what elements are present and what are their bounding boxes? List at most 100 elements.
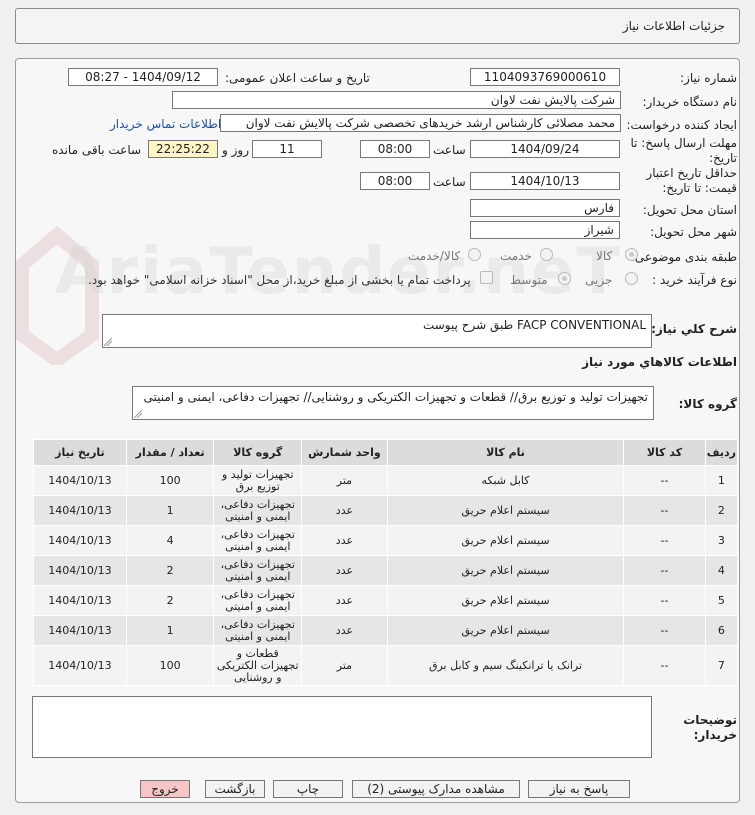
days-label: روز و — [222, 143, 249, 157]
item-code: -- — [623, 525, 706, 556]
description-field: FACP CONVENTIONAL طبق شرح پیوست — [102, 314, 652, 348]
remaining-time-field: 22:25:22 — [148, 140, 218, 158]
item-name: سیستم اعلام حریق — [386, 615, 625, 646]
goods-group-field: تجهیزات تولید و توزیع برق// قطعات و تجهی… — [132, 386, 654, 420]
creator-label: ایجاد کننده درخواست: — [626, 118, 737, 132]
item-unit: عدد — [301, 585, 388, 616]
category-both-radio[interactable] — [468, 248, 481, 261]
item-group: تجهیزات دفاعی، ایمنی و امنیتی — [213, 615, 303, 646]
province-label: استان محل تحویل: — [642, 203, 737, 217]
col-code-header: کد کالا — [623, 439, 706, 466]
validity-label: حداقل تاریخ اعتبار قیمت: تا تاریخ: — [646, 166, 737, 195]
need-number-label: شماره نیاز: — [680, 71, 737, 85]
item-code: -- — [623, 555, 706, 586]
item-name: سیستم اعلام حریق — [386, 585, 625, 616]
description-label: شرح کلي نياز: — [651, 322, 737, 336]
watermark-text: AriaTender.neT — [55, 235, 622, 309]
col-unit-header: واحد شمارش — [301, 439, 388, 466]
city-label: شهر محل تحویل: — [650, 225, 737, 239]
col-date-header: تاریخ نیاز — [33, 439, 127, 466]
reply-date-field: 1404/09/24 — [470, 140, 620, 158]
item-date: 1404/10/13 — [33, 555, 127, 586]
resize-grip-icon[interactable] — [134, 410, 142, 418]
row-number: 7 — [704, 645, 739, 686]
process-minor-radio[interactable] — [625, 272, 638, 285]
page-title: جزئیات اطلاعات نیاز — [622, 19, 725, 33]
item-qty: 4 — [125, 525, 215, 556]
creator-field: محمد مصلائی کارشناس ارشد خریدهای تخصصی ش… — [220, 114, 621, 132]
table-row: 7 -- ترانک یا ترانکینگ سیم و کابل برق مت… — [33, 645, 739, 686]
item-unit: متر — [301, 465, 388, 496]
row-number: 6 — [704, 615, 739, 646]
province-field: فارس — [470, 199, 620, 217]
buyer-org-field: شرکت پالایش نفت لاوان — [172, 91, 621, 109]
row-number: 4 — [704, 555, 739, 586]
col-group-header: گروه کالا — [213, 439, 303, 466]
item-code: -- — [623, 585, 706, 616]
need-number-field: 1104093769000610 — [470, 68, 620, 86]
reply-time-label: ساعت — [433, 143, 466, 157]
item-name: کابل شبکه — [386, 465, 625, 496]
row-number: 1 — [704, 465, 739, 496]
item-group: تجهیزات تولید و توزیع برق — [213, 465, 303, 496]
item-qty: 100 — [125, 465, 215, 496]
item-unit: متر — [301, 645, 388, 686]
goods-group-text: تجهیزات تولید و توزیع برق// قطعات و تجهی… — [143, 390, 648, 404]
table-row: 5 -- سیستم اعلام حریق عدد تجهیزات دفاعی،… — [33, 585, 739, 616]
category-goods-label: کالا — [596, 249, 613, 263]
item-name: سیستم اعلام حریق — [386, 525, 625, 556]
item-group: تجهیزات دفاعی، ایمنی و امنیتی — [213, 555, 303, 586]
validity-time-label: ساعت — [433, 175, 466, 189]
table-row: 4 -- سیستم اعلام حریق عدد تجهیزات دفاعی،… — [33, 555, 739, 586]
print-button[interactable]: چاپ — [273, 780, 343, 798]
description-text: FACP CONVENTIONAL طبق شرح پیوست — [422, 318, 646, 332]
treasury-payment-note: پرداخت تمام یا بخشی از مبلغ خرید،از محل … — [88, 273, 471, 287]
row-number: 2 — [704, 495, 739, 526]
item-qty: 1 — [125, 615, 215, 646]
remaining-time-label: ساعت باقی مانده — [52, 143, 142, 157]
item-group: تجهیزات دفاعی، ایمنی و امنیتی — [213, 495, 303, 526]
days-remaining-field: 11 — [252, 140, 322, 158]
city-field: شیراز — [470, 221, 620, 239]
item-group: قطعات و تجهیزات الکتریکی و روشنایی — [213, 645, 303, 686]
process-medium-radio[interactable] — [558, 272, 571, 285]
item-code: -- — [623, 615, 706, 646]
category-service-radio[interactable] — [540, 248, 553, 261]
item-date: 1404/10/13 — [33, 525, 127, 556]
table-row: 6 -- سیستم اعلام حریق عدد تجهیزات دفاعی،… — [33, 615, 739, 646]
item-date: 1404/10/13 — [33, 465, 127, 496]
treasury-payment-checkbox[interactable] — [480, 271, 493, 284]
item-name: ترانک یا ترانکینگ سیم و کابل برق — [386, 645, 625, 686]
row-number: 3 — [704, 525, 739, 556]
item-date: 1404/10/13 — [33, 645, 127, 686]
item-unit: عدد — [301, 555, 388, 586]
item-qty: 2 — [125, 555, 215, 586]
item-date: 1404/10/13 — [33, 495, 127, 526]
buyer-notes-field — [32, 696, 652, 758]
validity-date-field: 1404/10/13 — [470, 172, 620, 190]
item-name: سیستم اعلام حریق — [386, 555, 625, 586]
table-row: 1 -- کابل شبکه متر تجهیزات تولید و توزیع… — [33, 465, 739, 496]
announce-label: تاریخ و ساعت اعلان عمومی: — [225, 71, 370, 85]
process-minor-label: جزیی — [585, 273, 613, 287]
item-code: -- — [623, 465, 706, 496]
buyer-notes-label: توضیحات خریدار: — [683, 713, 737, 742]
table-header-row: ردیف کد کالا نام کالا واحد شمارش گروه کا… — [33, 439, 739, 466]
process-medium-label: متوسط — [510, 273, 548, 287]
reply-to-need-button[interactable]: پاسخ به نیاز — [528, 780, 630, 798]
item-qty: 1 — [125, 495, 215, 526]
resize-grip-icon[interactable] — [104, 338, 112, 346]
item-date: 1404/10/13 — [33, 585, 127, 616]
back-button[interactable]: بازگشت — [205, 780, 265, 798]
category-service-label: خدمت — [500, 249, 532, 263]
contact-buyer-link[interactable]: اطلاعات تماس خریدار — [110, 117, 221, 131]
exit-button[interactable]: خروج — [140, 780, 190, 798]
category-label: طبقه بندی موضوعی: — [630, 250, 737, 264]
goods-group-label: گروه کالا: — [678, 397, 737, 411]
item-unit: عدد — [301, 525, 388, 556]
reply-deadline-label: مهلت ارسال پاسخ: تا تاریخ: — [630, 136, 737, 165]
view-attachments-button[interactable]: مشاهده مدارک پیوستی (2) — [352, 780, 520, 798]
item-code: -- — [623, 495, 706, 526]
validity-time-field: 08:00 — [360, 172, 430, 190]
category-goods-radio[interactable] — [625, 248, 638, 261]
